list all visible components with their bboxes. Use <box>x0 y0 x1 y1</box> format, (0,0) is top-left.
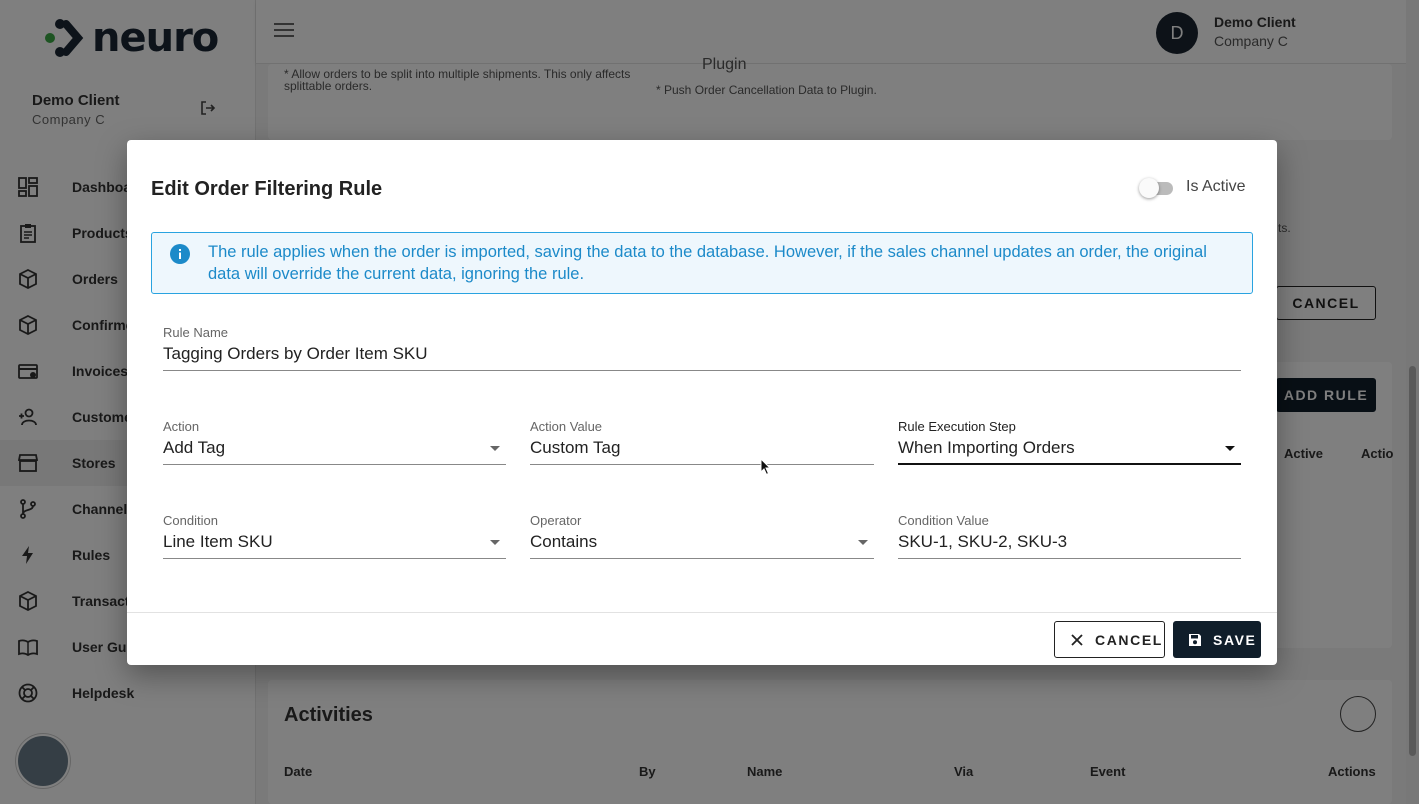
dialog-title: Edit Order Filtering Rule <box>151 178 383 200</box>
cancel-label: CANCEL <box>1095 631 1163 648</box>
condition-label: Condition <box>163 513 218 528</box>
action-value-field[interactable]: Action Value Custom Tag <box>530 419 874 465</box>
operator-value: Contains <box>530 532 598 551</box>
info-alert: The rule applies when the order is impor… <box>151 232 1253 294</box>
chevron-down-icon <box>858 540 868 545</box>
execution-label: Rule Execution Step <box>898 419 1016 434</box>
operator-label: Operator <box>530 513 582 528</box>
chevron-down-icon <box>490 446 500 451</box>
action-value: Add Tag <box>163 438 226 457</box>
action-value-label: Action Value <box>530 419 603 434</box>
info-icon <box>170 244 190 264</box>
info-text: The rule applies when the order is impor… <box>208 243 1207 283</box>
condition-value-label: Condition Value <box>898 513 989 528</box>
toggle-knob <box>1139 178 1159 198</box>
condition-value-input[interactable]: SKU-1, SKU-2, SKU-3 <box>898 532 1241 554</box>
condition-value: Line Item SKU <box>163 532 273 551</box>
field-underline <box>530 464 874 465</box>
save-label: SAVE <box>1213 631 1257 648</box>
field-underline <box>163 558 506 559</box>
cancel-button[interactable]: CANCEL <box>1054 621 1165 658</box>
rule-name-label: Rule Name <box>163 325 229 340</box>
execution-value: When Importing Orders <box>898 438 1075 457</box>
action-label: Action <box>163 419 200 434</box>
chevron-down-icon <box>490 540 500 545</box>
is-active-label: Is Active <box>1186 178 1246 195</box>
chevron-down-icon <box>1225 446 1235 451</box>
field-underline <box>898 463 1241 465</box>
close-icon <box>1071 633 1083 646</box>
action-value-input[interactable]: Custom Tag <box>530 438 874 460</box>
operator-select[interactable]: Operator Contains <box>530 513 874 559</box>
edit-rule-dialog: Edit Order Filtering Rule Is Active The … <box>127 140 1277 665</box>
field-underline <box>163 370 1241 371</box>
save-button[interactable]: SAVE <box>1173 621 1261 658</box>
field-underline <box>530 558 874 559</box>
rule-execution-step-select[interactable]: Rule Execution Step When Importing Order… <box>898 419 1241 465</box>
rule-name-field[interactable]: Rule Name Tagging Orders by Order Item S… <box>163 325 1241 371</box>
field-underline <box>163 464 506 465</box>
rule-name-input[interactable]: Tagging Orders by Order Item SKU <box>163 344 1241 366</box>
action-select[interactable]: Action Add Tag <box>163 419 506 465</box>
dialog-divider <box>127 612 1277 613</box>
save-icon <box>1189 633 1201 646</box>
is-active-toggle[interactable] <box>1139 178 1177 198</box>
field-underline <box>898 558 1241 559</box>
mouse-cursor-icon <box>760 458 772 476</box>
condition-value-field[interactable]: Condition Value SKU-1, SKU-2, SKU-3 <box>898 513 1241 559</box>
condition-select[interactable]: Condition Line Item SKU <box>163 513 506 559</box>
